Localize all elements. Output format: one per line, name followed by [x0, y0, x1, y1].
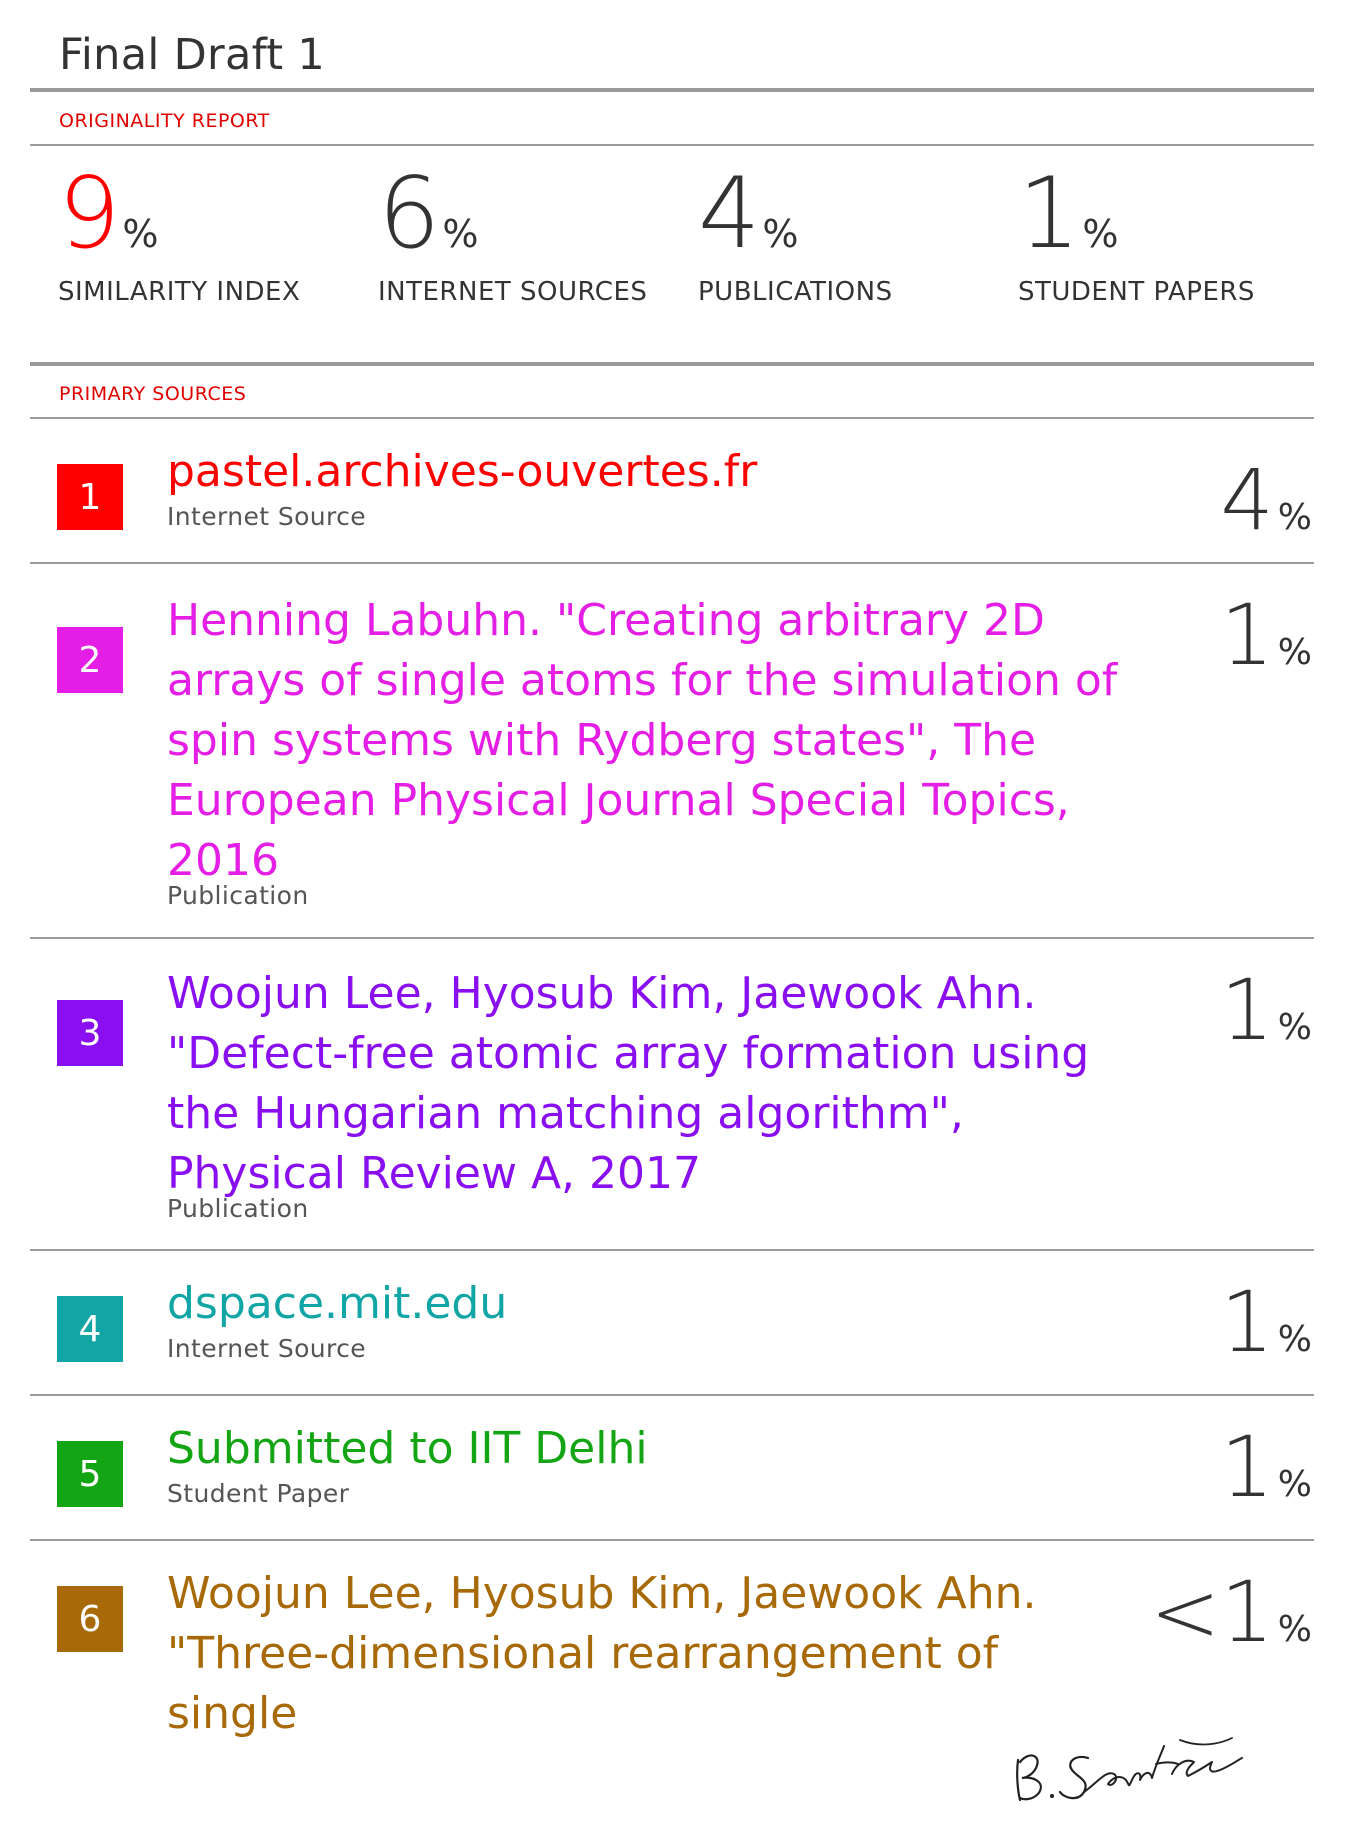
source-type: Internet Source — [167, 502, 367, 531]
divider — [30, 937, 1314, 939]
divider — [30, 1539, 1314, 1541]
source-percent: 1% — [1220, 968, 1312, 1052]
source-percent: 4% — [1220, 458, 1312, 542]
primary-sources-label: PRIMARY SOURCES — [59, 383, 247, 405]
stat-label: SIMILARITY INDEX — [58, 277, 301, 307]
source-percent-unit: % — [1277, 1007, 1312, 1048]
stat-value: 4 — [698, 157, 760, 271]
source-percent-unit: % — [1277, 1464, 1312, 1505]
stat-value: 1 — [1018, 157, 1080, 271]
handwritten-signature — [1016, 1737, 1243, 1802]
source-title[interactable]: Submitted to IIT Delhi — [167, 1419, 1127, 1479]
source-percent-unit: % — [1277, 632, 1312, 673]
source-percent-unit: % — [1277, 497, 1312, 538]
divider — [30, 417, 1314, 419]
stat-value: 6 — [378, 157, 440, 271]
source-percent-value: 1 — [1220, 1418, 1274, 1516]
source-percent-value: <1 — [1149, 1563, 1274, 1661]
source-percent-unit: % — [1277, 1319, 1312, 1360]
stat-publications: 4% PUBLICATIONS — [698, 165, 892, 307]
stat-unit: % — [122, 212, 159, 256]
divider — [30, 362, 1314, 366]
source-rank-badge: 6 — [57, 1586, 123, 1652]
stat-label: PUBLICATIONS — [698, 277, 893, 307]
source-title[interactable]: Woojun Lee, Hyosub Kim, Jaewook Ahn. "De… — [167, 964, 1127, 1204]
source-type: Internet Source — [167, 1334, 367, 1363]
source-percent-unit: % — [1277, 1609, 1312, 1650]
divider — [30, 144, 1314, 146]
stat-label: STUDENT PAPERS — [1018, 277, 1255, 307]
originality-report-label: ORIGINALITY REPORT — [59, 110, 270, 132]
stat-student-papers: 1% STUDENT PAPERS — [1018, 165, 1254, 307]
source-percent: 1% — [1220, 593, 1312, 677]
source-type: Student Paper — [167, 1479, 350, 1508]
source-percent-value: 1 — [1220, 961, 1274, 1059]
divider — [30, 88, 1314, 92]
divider — [30, 1249, 1314, 1251]
stat-similarity-index: 9% SIMILARITY INDEX — [58, 165, 300, 307]
source-title[interactable]: Henning Labuhn. "Creating arbitrary 2D a… — [167, 591, 1127, 891]
source-rank-badge: 2 — [57, 627, 123, 693]
originality-report: Final Draft 1 ORIGINALITY REPORT 9% SIMI… — [30, 0, 1314, 1824]
stat-unit: % — [1082, 212, 1119, 256]
stat-unit: % — [762, 212, 799, 256]
source-percent-value: 4 — [1220, 451, 1274, 549]
source-percent: <1% — [1150, 1570, 1312, 1654]
source-percent-value: 1 — [1220, 586, 1274, 684]
source-rank-badge: 1 — [57, 464, 123, 530]
stat-label: INTERNET SOURCES — [378, 277, 648, 307]
divider — [30, 1394, 1314, 1396]
stat-internet-sources: 6% INTERNET SOURCES — [378, 165, 647, 307]
source-rank-badge: 5 — [57, 1441, 123, 1507]
source-title[interactable]: pastel.archives-ouvertes.fr — [167, 442, 1127, 502]
source-title[interactable]: dspace.mit.edu — [167, 1274, 1127, 1334]
source-type: Publication — [167, 881, 309, 910]
stat-unit: % — [442, 212, 479, 256]
page-title: Final Draft 1 — [59, 30, 326, 80]
stat-value: 9 — [58, 157, 120, 271]
divider — [30, 562, 1314, 564]
source-type: Publication — [167, 1194, 309, 1223]
source-percent: 1% — [1220, 1425, 1312, 1509]
source-percent-value: 1 — [1220, 1273, 1274, 1371]
source-rank-badge: 4 — [57, 1296, 123, 1362]
source-percent: 1% — [1220, 1280, 1312, 1364]
source-rank-badge: 3 — [57, 1000, 123, 1066]
